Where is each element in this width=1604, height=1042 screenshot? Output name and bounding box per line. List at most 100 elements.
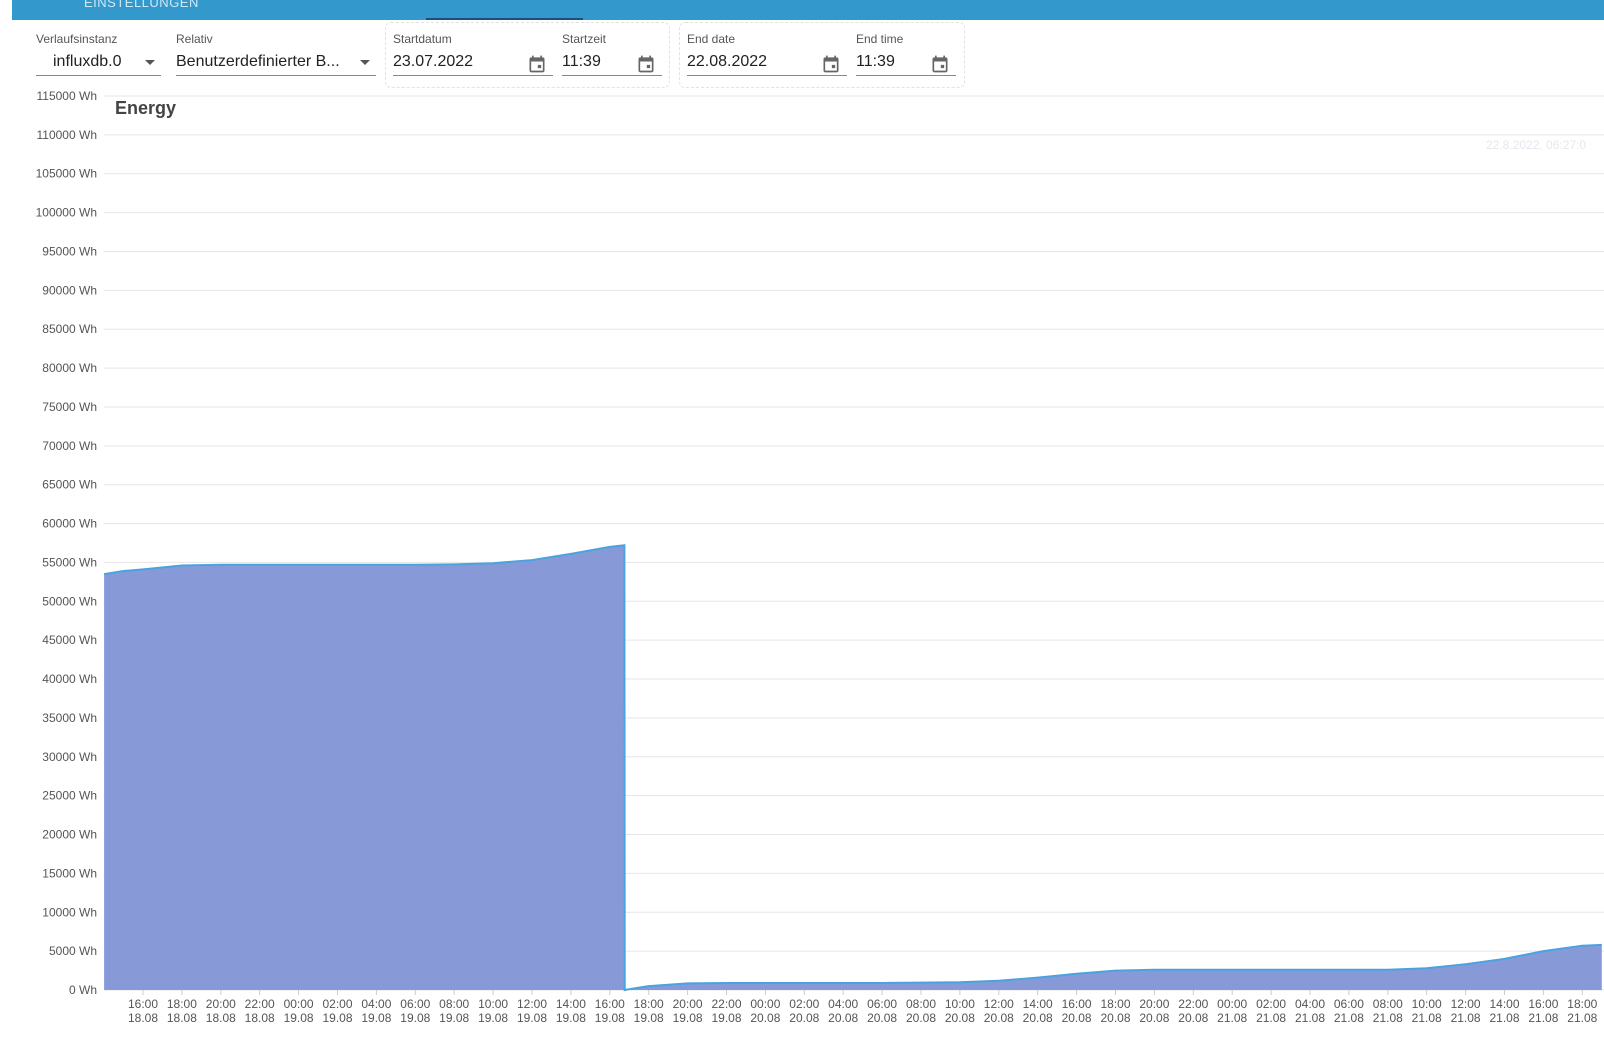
y-tick-label: 65000 Wh — [42, 478, 97, 492]
x-tick-time: 22:00 — [245, 997, 275, 1011]
x-tick-time: 18:00 — [634, 997, 664, 1011]
x-tick-date: 19.08 — [439, 1011, 469, 1025]
x-tick-time: 20:00 — [206, 997, 236, 1011]
x-tick-time: 02:00 — [322, 997, 352, 1011]
x-tick-date: 20.08 — [984, 1011, 1014, 1025]
x-tick-time: 20:00 — [1139, 997, 1169, 1011]
x-tick-date: 21.08 — [1256, 1011, 1286, 1025]
x-tick-time: 14:00 — [556, 997, 586, 1011]
x-tick-date: 18.08 — [245, 1011, 275, 1025]
y-tick-label: 15000 Wh — [42, 866, 97, 880]
x-tick-time: 00:00 — [1217, 997, 1247, 1011]
x-tick-time: 14:00 — [1023, 997, 1053, 1011]
chart-tooltip: 22.8.2022, 06:27:0 — [1486, 138, 1586, 152]
x-tick-time: 06:00 — [1334, 997, 1364, 1011]
x-tick-time: 22:00 — [711, 997, 741, 1011]
x-tick-date: 21.08 — [1334, 1011, 1364, 1025]
x-tick-time: 16:00 — [1062, 997, 1092, 1011]
x-tick-time: 08:00 — [1373, 997, 1403, 1011]
x-tick-time: 10:00 — [945, 997, 975, 1011]
y-tick-label: 35000 Wh — [42, 711, 97, 725]
x-tick-time: 20:00 — [673, 997, 703, 1011]
y-tick-label: 30000 Wh — [42, 750, 97, 764]
x-tick-date: 18.08 — [128, 1011, 158, 1025]
x-tick-time: 04:00 — [828, 997, 858, 1011]
y-tick-label: 40000 Wh — [42, 672, 97, 686]
y-tick-label: 85000 Wh — [42, 322, 97, 336]
x-tick-date: 21.08 — [1528, 1011, 1558, 1025]
x-tick-date: 20.08 — [1023, 1011, 1053, 1025]
x-tick-date: 19.08 — [711, 1011, 741, 1025]
x-tick-time: 00:00 — [284, 997, 314, 1011]
x-tick-time: 08:00 — [906, 997, 936, 1011]
x-tick-date: 19.08 — [284, 1011, 314, 1025]
x-tick-time: 18:00 — [1100, 997, 1130, 1011]
x-tick-date: 19.08 — [322, 1011, 352, 1025]
x-tick-time: 10:00 — [478, 997, 508, 1011]
y-tick-label: 20000 Wh — [42, 828, 97, 842]
x-tick-date: 21.08 — [1295, 1011, 1325, 1025]
x-tick-date: 20.08 — [750, 1011, 780, 1025]
x-tick-time: 10:00 — [1412, 997, 1442, 1011]
y-tick-label: 115000 Wh — [37, 89, 98, 103]
y-tick-label: 50000 Wh — [42, 594, 97, 608]
x-tick-date: 19.08 — [595, 1011, 625, 1025]
x-tick-time: 02:00 — [1256, 997, 1286, 1011]
y-tick-label: 70000 Wh — [42, 439, 97, 453]
x-tick-date: 19.08 — [634, 1011, 664, 1025]
y-tick-label: 90000 Wh — [42, 283, 97, 297]
y-tick-label: 0 Wh — [69, 983, 97, 997]
x-tick-time: 12:00 — [517, 997, 547, 1011]
x-tick-time: 12:00 — [984, 997, 1014, 1011]
x-tick-date: 19.08 — [556, 1011, 586, 1025]
chart-area-layer — [103, 544, 1602, 992]
x-tick-date: 20.08 — [906, 1011, 936, 1025]
energy-area[interactable] — [104, 545, 1602, 990]
y-tick-label: 45000 Wh — [42, 633, 97, 647]
x-tick-time: 08:00 — [439, 997, 469, 1011]
y-tick-label: 80000 Wh — [42, 361, 97, 375]
x-tick-time: 00:00 — [750, 997, 780, 1011]
x-tick-date: 21.08 — [1217, 1011, 1247, 1025]
y-tick-label: 95000 Wh — [42, 244, 97, 258]
y-tick-label: 75000 Wh — [42, 400, 97, 414]
x-tick-date: 21.08 — [1451, 1011, 1481, 1025]
x-tick-date: 19.08 — [400, 1011, 430, 1025]
x-tick-date: 19.08 — [673, 1011, 703, 1025]
x-tick-date: 18.08 — [167, 1011, 197, 1025]
x-tick-date: 20.08 — [1139, 1011, 1169, 1025]
x-tick-time: 16:00 — [595, 997, 625, 1011]
x-tick-date: 20.08 — [1178, 1011, 1208, 1025]
x-tick-time: 04:00 — [1295, 997, 1325, 1011]
y-tick-label: 5000 Wh — [49, 944, 97, 958]
y-tick-label: 105000 Wh — [36, 167, 97, 181]
y-tick-label: 60000 Wh — [42, 517, 97, 531]
x-tick-time: 02:00 — [789, 997, 819, 1011]
x-tick-time: 22:00 — [1178, 997, 1208, 1011]
x-tick-date: 18.08 — [206, 1011, 236, 1025]
x-tick-time: 18:00 — [167, 997, 197, 1011]
y-tick-label: 25000 Wh — [42, 789, 97, 803]
energy-chart[interactable]: 0 Wh 5000 Wh 10000 Wh 15000 Wh 20000 Wh 25000… — [0, 0, 1604, 1042]
x-tick-time: 16:00 — [128, 997, 158, 1011]
y-axis: 0 Wh 5000 Wh 10000 Wh 15000 Wh 20000 Wh 25000… — [36, 89, 97, 997]
x-tick-date: 20.08 — [867, 1011, 897, 1025]
y-tick-label: 110000 Wh — [37, 128, 98, 142]
x-tick-time: 06:00 — [400, 997, 430, 1011]
x-tick-date: 19.08 — [361, 1011, 391, 1025]
x-axis: 16:0018.0818:0018.0820:0018.0822:0018.08… — [128, 990, 1598, 1025]
x-tick-time: 04:00 — [361, 997, 391, 1011]
x-tick-date: 20.08 — [945, 1011, 975, 1025]
x-tick-date: 20.08 — [828, 1011, 858, 1025]
x-tick-date: 20.08 — [1100, 1011, 1130, 1025]
y-tick-label: 55000 Wh — [42, 555, 97, 569]
x-tick-time: 12:00 — [1451, 997, 1481, 1011]
x-tick-date: 20.08 — [789, 1011, 819, 1025]
x-tick-time: 14:00 — [1489, 997, 1519, 1011]
y-tick-label: 100000 Wh — [36, 206, 97, 220]
chart-title: Energy — [115, 98, 176, 118]
x-tick-date: 21.08 — [1412, 1011, 1442, 1025]
x-tick-date: 19.08 — [517, 1011, 547, 1025]
x-tick-time: 06:00 — [867, 997, 897, 1011]
x-tick-date: 20.08 — [1062, 1011, 1092, 1025]
